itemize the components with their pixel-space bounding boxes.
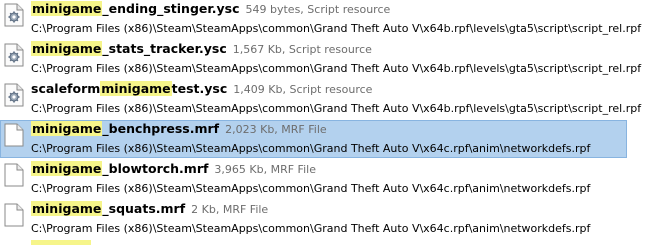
list-item-selected[interactable]: minigame_benchpress.mrf 2,023 Kb, MRF Fil… <box>0 120 664 160</box>
file-name-suffix: _benchpress.mrf <box>102 121 220 136</box>
file-name-suffix: test.ysc <box>171 81 228 96</box>
list-item[interactable]: minigame_ending_stinger.ysc 549 bytes, Sc… <box>0 0 664 40</box>
script-gear-icon <box>4 83 24 107</box>
script-gear-icon <box>4 3 24 27</box>
file-name-suffix: _ending_stinger.ysc <box>102 1 240 16</box>
file-path: C:\Program Files (x86)\Steam\SteamApps\c… <box>31 222 591 235</box>
file-meta: 3,965 Kb, MRF File <box>214 163 316 176</box>
match-highlight: minigame <box>100 81 172 96</box>
file-name-suffix: _stats_tracker.ysc <box>102 41 227 56</box>
match-highlight: minigame <box>31 201 103 216</box>
file-meta: 549 bytes, Script resource <box>245 3 391 16</box>
file-name-suffix: _squats.mrf <box>102 201 186 216</box>
file-name: minigame_squats.mrf <box>31 201 185 216</box>
result-title: minigame_ending_stinger.ysc 549 bytes, Sc… <box>31 0 390 18</box>
file-path: C:\Program Files (x86)\Steam\SteamApps\c… <box>31 62 642 75</box>
list-item[interactable]: minigame_blowtorch.mrf 3,965 Kb, MRF File… <box>0 160 664 200</box>
blank-file-icon <box>4 123 24 147</box>
file-meta: 2,023 Kb, MRF File <box>225 123 327 136</box>
match-highlight: minigame <box>31 121 103 136</box>
result-title: minigame_squats.mrf 2 Kb, MRF File <box>31 200 268 218</box>
file-path: C:\Program Files (x86)\Steam\SteamApps\c… <box>31 22 642 35</box>
result-title: minigame_blowtorch.mrf 3,965 Kb, MRF File <box>31 160 316 178</box>
match-highlight: minigame <box>31 1 103 16</box>
match-highlight <box>31 240 91 245</box>
match-highlight: minigame <box>31 41 103 56</box>
file-meta: 1,409 Kb, Script resource <box>233 83 373 96</box>
script-gear-icon <box>4 43 24 67</box>
file-name: minigame_stats_tracker.ysc <box>31 41 227 56</box>
file-name: scaleformminigametest.ysc <box>31 81 227 96</box>
list-item[interactable]: scaleformminigametest.ysc 1,409 Kb, Scrip… <box>0 80 664 120</box>
result-title: minigame_benchpress.mrf 2,023 Kb, MRF Fil… <box>31 120 327 138</box>
list-item-partial[interactable] <box>0 240 664 245</box>
blank-file-icon <box>4 163 24 187</box>
file-name: minigame_benchpress.mrf <box>31 121 219 136</box>
file-path: C:\Program Files (x86)\Steam\SteamApps\c… <box>31 142 591 155</box>
file-name: minigame_blowtorch.mrf <box>31 161 208 176</box>
file-meta: 1,567 Kb, Script resource <box>232 43 372 56</box>
list-item[interactable]: minigame_squats.mrf 2 Kb, MRF File C:\Pro… <box>0 200 664 240</box>
file-meta: 2 Kb, MRF File <box>191 203 269 216</box>
result-title: scaleformminigametest.ysc 1,409 Kb, Scrip… <box>31 80 372 98</box>
file-name-suffix: _blowtorch.mrf <box>102 161 209 176</box>
file-name-prefix: scaleform <box>31 81 101 96</box>
match-highlight: minigame <box>31 161 103 176</box>
file-path: C:\Program Files (x86)\Steam\SteamApps\c… <box>31 182 591 195</box>
file-path: C:\Program Files (x86)\Steam\SteamApps\c… <box>31 102 642 115</box>
file-name: minigame_ending_stinger.ysc <box>31 1 240 16</box>
blank-file-icon <box>4 203 24 227</box>
list-item[interactable]: minigame_stats_tracker.ysc 1,567 Kb, Scri… <box>0 40 664 80</box>
result-title: minigame_stats_tracker.ysc 1,567 Kb, Scri… <box>31 40 372 58</box>
